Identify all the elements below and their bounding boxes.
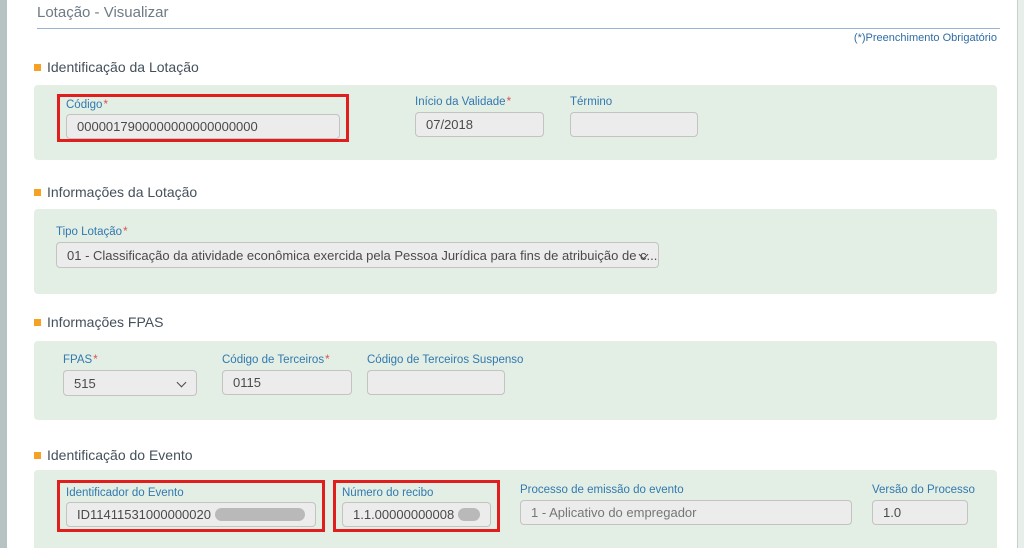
section-header-identificacao-evento: Identificação do Evento: [34, 447, 193, 463]
codigo-input[interactable]: [66, 114, 340, 139]
section-title: Informações da Lotação: [47, 184, 197, 200]
inicio-validade-field: Início da Validade*: [415, 96, 544, 137]
inicio-validade-input[interactable]: [415, 112, 544, 137]
tipo-lotacao-field: Tipo Lotação* 01 - Classificação da ativ…: [56, 226, 659, 268]
fpas-selected-value: 515: [74, 376, 96, 391]
fpas-field: FPAS* 515: [63, 354, 197, 396]
page-title: Lotação - Visualizar: [37, 4, 168, 21]
required-asterisk: *: [103, 99, 107, 111]
codigo-terceiros-suspenso-label: Código de Terceiros Suspenso: [367, 354, 505, 367]
required-asterisk: *: [325, 354, 329, 366]
identificador-evento-input[interactable]: ID11411531000000020: [66, 502, 316, 527]
panel-identificacao-lotacao: Código* Início da Validade* Término: [34, 85, 997, 160]
termino-label: Término: [570, 96, 698, 109]
redaction-bar: [458, 508, 480, 521]
codigo-label: Código*: [66, 99, 340, 112]
processo-emissao-field: Processo de emissão do evento: [520, 484, 852, 525]
panel-informacoes-fpas: FPAS* 515 Código de Terceiros* Código de…: [34, 341, 997, 420]
section-title: Identificação do Evento: [47, 447, 193, 463]
highlight-box-codigo: Código*: [57, 94, 349, 142]
orange-square-bullet-icon: [34, 319, 41, 326]
panel-identificacao-evento: Identificador do Evento ID11411531000000…: [34, 470, 997, 548]
required-asterisk: *: [123, 226, 127, 238]
left-edge-strip: [0, 0, 7, 548]
processo-emissao-label: Processo de emissão do evento: [520, 484, 852, 497]
orange-square-bullet-icon: [34, 452, 41, 459]
required-asterisk: *: [507, 96, 511, 108]
tipo-lotacao-select[interactable]: 01 - Classificação da atividade econômic…: [56, 242, 659, 268]
codigo-terceiros-input[interactable]: [222, 370, 352, 395]
versao-processo-input[interactable]: [872, 500, 968, 525]
section-header-informacoes-fpas: Informações FPAS: [34, 314, 163, 330]
codigo-terceiros-suspenso-field: Código de Terceiros Suspenso: [367, 354, 505, 395]
section-header-identificacao-lotacao: Identificação da Lotação: [34, 59, 199, 75]
required-asterisk: *: [93, 354, 97, 366]
panel-informacoes-lotacao: Tipo Lotação* 01 - Classificação da ativ…: [34, 209, 997, 294]
highlight-box-identificador-evento: Identificador do Evento ID11411531000000…: [57, 480, 325, 532]
numero-recibo-label: Número do recibo: [342, 487, 491, 500]
codigo-terceiros-field: Código de Terceiros*: [222, 354, 352, 395]
redaction-bar: [215, 508, 305, 521]
orange-square-bullet-icon: [34, 64, 41, 71]
required-fields-note: (*)Preenchimento Obrigatório: [37, 32, 997, 44]
codigo-terceiros-suspenso-input[interactable]: [367, 370, 505, 395]
versao-processo-label: Versão do Processo: [872, 484, 968, 497]
codigo-terceiros-label: Código de Terceiros*: [222, 354, 352, 367]
orange-square-bullet-icon: [34, 189, 41, 196]
identificador-evento-value: ID11411531000000020: [77, 507, 211, 522]
chevron-down-icon: [177, 378, 187, 388]
tipo-lotacao-selected-value: 01 - Classificação da atividade econômic…: [67, 248, 657, 263]
lotacao-visualizar-page: Lotação - Visualizar (*)Preenchimento Ob…: [0, 0, 1024, 548]
inicio-validade-label: Início da Validade*: [415, 96, 544, 109]
numero-recibo-input[interactable]: 1.1.00000000008: [342, 502, 491, 527]
termino-field: Término: [570, 96, 698, 137]
processo-emissao-input[interactable]: [520, 500, 852, 525]
page-header: Lotação - Visualizar: [37, 4, 1000, 29]
fpas-select[interactable]: 515: [63, 370, 197, 396]
section-header-informacoes-lotacao: Informações da Lotação: [34, 184, 197, 200]
numero-recibo-value: 1.1.00000000008: [353, 507, 454, 522]
fpas-label: FPAS*: [63, 354, 197, 367]
section-title: Informações FPAS: [47, 314, 163, 330]
termino-input[interactable]: [570, 112, 698, 137]
section-title: Identificação da Lotação: [47, 59, 199, 75]
highlight-box-numero-recibo: Número do recibo 1.1.00000000008: [333, 480, 500, 532]
tipo-lotacao-label: Tipo Lotação*: [56, 226, 659, 239]
right-edge-strip: [1017, 0, 1024, 548]
versao-processo-field: Versão do Processo: [872, 484, 968, 525]
identificador-evento-label: Identificador do Evento: [66, 487, 316, 500]
